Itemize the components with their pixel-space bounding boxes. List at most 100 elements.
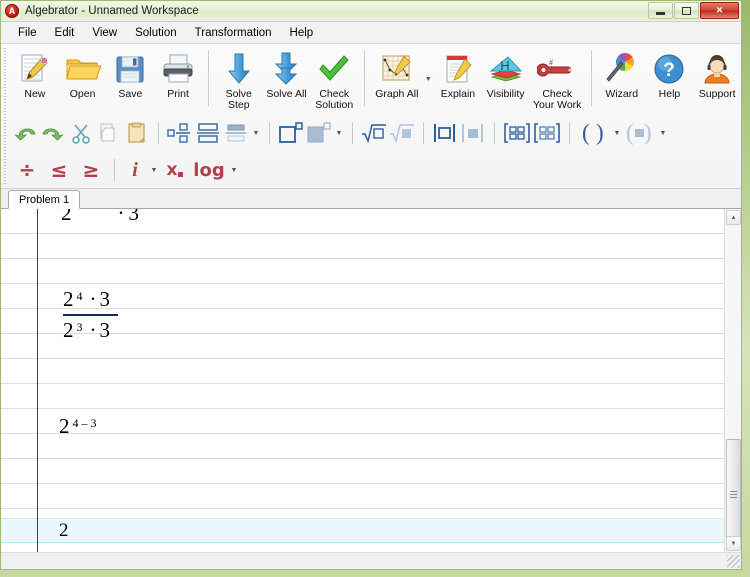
mixed-number-dropdown-arrow[interactable]: [250, 120, 262, 146]
title-bar: A Algebrator - Unnamed Workspace ✕: [1, 1, 741, 22]
visibility-button[interactable]: H Visibility: [482, 44, 530, 114]
logarithm-button[interactable]: log: [190, 157, 228, 183]
divide-symbol-button[interactable]: ÷: [11, 157, 43, 183]
maximize-icon: [682, 6, 691, 15]
ruled-lines: [1, 209, 724, 552]
support-button[interactable]: Support: [693, 44, 741, 114]
greater-than-or-equal-button[interactable]: ≥: [75, 157, 107, 183]
power-difference-base: 2: [59, 414, 70, 438]
vertical-scroll-thumb[interactable]: [726, 439, 741, 549]
problem-sheet[interactable]: 2 · 3 2 4 · 3 2 3 · 3 24 – 3 2: [1, 209, 724, 552]
expression-line-fraction[interactable]: 2 4 · 3 2 3 · 3: [63, 287, 118, 343]
maximize-button[interactable]: [674, 2, 699, 19]
nth-root-filled-icon[interactable]: [388, 120, 416, 146]
menu-help[interactable]: Help: [281, 25, 323, 41]
matrix-filled-icon[interactable]: [532, 120, 562, 146]
absolute-value-outline-icon[interactable]: [431, 120, 459, 146]
graph-all-label: Graph All: [375, 88, 419, 100]
fraction-numerator: 2 4 · 3: [63, 287, 118, 312]
matrix-outline-icon[interactable]: [502, 120, 532, 146]
exponent-filled-icon[interactable]: [305, 120, 333, 146]
expression-line-power-difference[interactable]: 24 – 3: [59, 414, 97, 439]
menu-edit[interactable]: Edit: [46, 25, 84, 41]
fraction-bar: [63, 314, 118, 316]
scroll-thumb-grip: [730, 490, 737, 498]
fraction-stacked-icon[interactable]: [194, 120, 222, 146]
floppy-disk-icon: [115, 50, 145, 88]
imaginary-unit-button[interactable]: i: [122, 157, 148, 183]
redo-icon[interactable]: [39, 120, 67, 146]
graph-all-dropdown-arrow[interactable]: [423, 66, 434, 92]
menu-solution[interactable]: Solution: [126, 25, 186, 41]
scroll-down-arrow-icon[interactable]: ▼: [726, 536, 741, 551]
parentheses-icon[interactable]: ( ): [577, 120, 611, 146]
svg-text:(: (: [626, 121, 634, 145]
toolbar-separator: [423, 122, 424, 144]
check-your-work-label-line2: Your Work: [532, 99, 582, 111]
menu-bar: File Edit View Solution Transformation H…: [1, 22, 741, 44]
toolbar-separator: [569, 122, 570, 144]
expression-line-result[interactable]: 2: [59, 520, 69, 542]
fraction-inline-icon[interactable]: [166, 120, 194, 146]
solve-step-button[interactable]: Solve Step: [215, 44, 263, 114]
undo-icon[interactable]: [11, 120, 39, 146]
open-button[interactable]: Open: [59, 44, 107, 114]
open-folder-icon: [65, 50, 101, 88]
check-your-work-button[interactable]: # 1 Check Your Work: [530, 44, 585, 114]
toolbar-separator: [364, 50, 366, 106]
scroll-up-arrow-icon[interactable]: ▲: [726, 210, 741, 225]
denominator-exponent: 3: [76, 319, 83, 334]
less-than-or-equal-button[interactable]: ≤: [43, 157, 75, 183]
toolbar-separator: [590, 50, 592, 106]
selected-line-highlight: [1, 518, 724, 543]
nth-root-outline-icon[interactable]: [360, 120, 388, 146]
parentheses-filled-icon[interactable]: ( ): [623, 120, 657, 146]
imaginary-unit-dropdown-arrow[interactable]: [148, 157, 160, 183]
parentheses-dropdown-arrow[interactable]: [611, 120, 623, 146]
solve-all-button[interactable]: Solve All: [263, 44, 311, 114]
cut-scissors-icon[interactable]: [67, 120, 95, 146]
result-value: 2: [59, 520, 69, 541]
resize-grip[interactable]: [727, 555, 740, 568]
exponent-dropdown-arrow[interactable]: [333, 120, 345, 146]
mixed-number-icon[interactable]: [222, 120, 250, 146]
explain-button[interactable]: Explain: [434, 44, 482, 114]
copy-icon[interactable]: [95, 120, 123, 146]
minimize-button[interactable]: [648, 2, 673, 19]
close-button[interactable]: ✕: [700, 2, 739, 19]
greater-than-or-equal-label: ≥: [82, 158, 100, 182]
absolute-value-filled-icon[interactable]: [459, 120, 487, 146]
blue-question-mark-icon: ?: [653, 50, 685, 88]
svg-text:(: (: [582, 121, 590, 145]
power-difference-exponent: 4 – 3: [72, 415, 97, 430]
toolbar-separator: [158, 122, 159, 144]
exponent-outline-icon[interactable]: [277, 120, 305, 146]
menu-transformation[interactable]: Transformation: [186, 25, 281, 41]
graph-all-button[interactable]: Graph All: [371, 44, 423, 114]
parentheses-filled-dropdown-arrow[interactable]: [657, 120, 669, 146]
visibility-layers-h-icon: H: [488, 50, 524, 88]
check-solution-button[interactable]: Check Solution: [310, 44, 358, 114]
tab-problem-1[interactable]: Problem 1: [8, 190, 81, 209]
expression-line-partial-top[interactable]: 2 · 3: [61, 209, 139, 226]
numerator-base: 2: [63, 287, 74, 311]
vertical-scrollbar[interactable]: ▲ ▼: [724, 209, 741, 552]
logarithm-label: log: [193, 159, 225, 181]
menu-file[interactable]: File: [9, 25, 46, 41]
subscript-variable-button[interactable]: x: [160, 157, 190, 183]
status-strip: [1, 552, 741, 569]
wizard-label: Wizard: [605, 88, 639, 100]
menu-view[interactable]: View: [83, 25, 126, 41]
application-window: A Algebrator - Unnamed Workspace ✕ File …: [0, 0, 742, 570]
window-controls: ✕: [648, 2, 739, 19]
wizard-button[interactable]: Wizard: [598, 44, 646, 114]
new-button[interactable]: New: [11, 44, 59, 114]
save-button[interactable]: Save: [106, 44, 154, 114]
logarithm-dropdown-arrow[interactable]: [228, 157, 240, 183]
solve-step-label-line2: Step: [227, 99, 250, 111]
blue-double-down-arrow-icon: [273, 50, 299, 88]
imaginary-unit-label: i: [132, 158, 138, 181]
help-button[interactable]: ? Help: [646, 44, 694, 114]
paste-icon[interactable]: [123, 120, 151, 146]
print-button[interactable]: Print: [154, 44, 202, 114]
